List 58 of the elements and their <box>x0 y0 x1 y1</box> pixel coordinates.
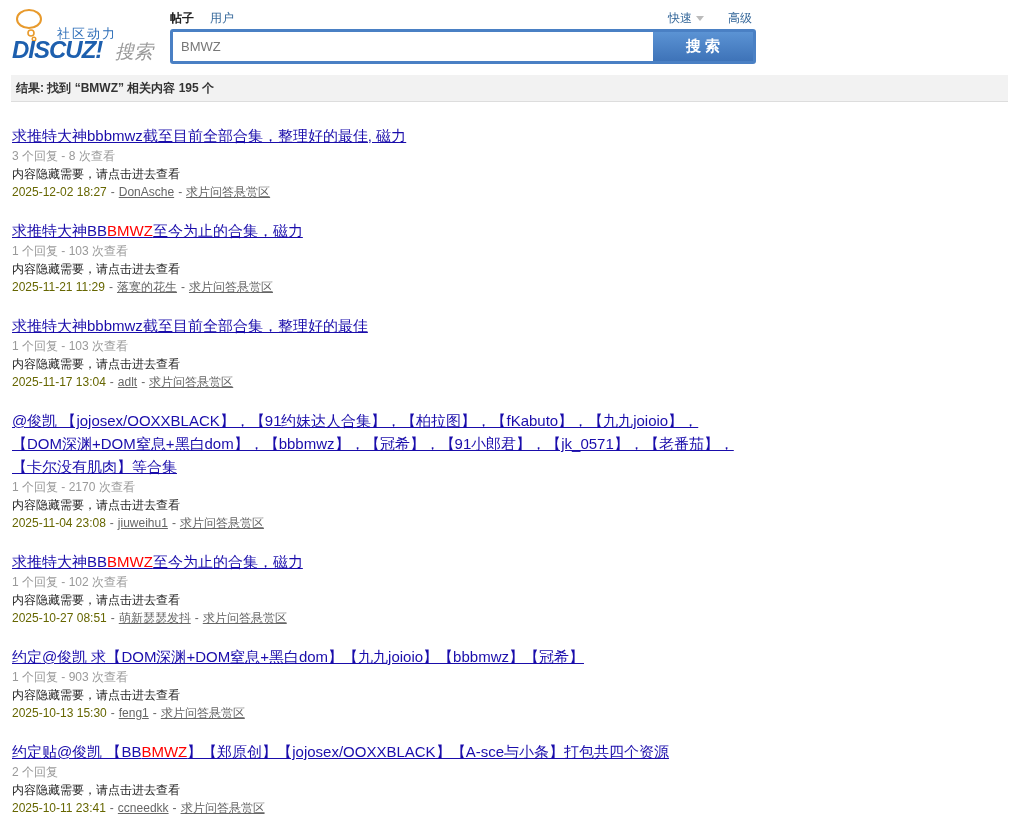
separator-dash: - <box>110 184 115 201</box>
post-date: 2025-10-27 08:51 <box>12 610 107 627</box>
result-excerpt: 内容隐藏需要，请点击进去查看 <box>12 166 181 183</box>
forum-link[interactable]: 求片问答悬赏区 <box>149 373 234 391</box>
result-stats: 1 个回复 - 103 次查看 <box>12 243 130 260</box>
caret-icon <box>696 15 704 21</box>
forum-link[interactable]: 求片问答悬赏区 <box>188 278 273 296</box>
separator-dash: - <box>172 800 177 817</box>
search-field[interactable]: BMWZ <box>173 32 653 61</box>
advanced-search-link[interactable]: 高级 <box>728 9 752 27</box>
author-link[interactable]: 落寞的花生 <box>116 278 177 296</box>
result-excerpt: 内容隐藏需要，请点击进去查看 <box>12 687 181 704</box>
separator-dash: - <box>110 610 115 627</box>
quick-search-link[interactable]: 快速 <box>668 9 704 27</box>
result-excerpt: 内容隐藏需要，请点击进去查看 <box>12 497 181 514</box>
author-link[interactable]: DonAsche <box>118 183 175 201</box>
separator-dash: - <box>109 374 114 391</box>
separator-dash: - <box>108 279 113 296</box>
result-excerpt: 内容隐藏需要，请点击进去查看 <box>12 592 181 609</box>
separator-dash: - <box>110 705 115 722</box>
search-button[interactable]: 搜 索 <box>653 32 753 61</box>
search-tab[interactable]: 用户 <box>210 9 234 27</box>
separator-dash: - <box>141 374 146 391</box>
author-link[interactable]: feng1 <box>118 704 149 722</box>
result-stats: 2 个回复 <box>12 764 59 781</box>
separator-dash: - <box>152 705 157 722</box>
logo-suffix: 搜索 <box>115 40 153 64</box>
post-date: 2025-11-17 13:04 <box>12 374 106 391</box>
separator-dash: - <box>171 515 176 532</box>
author-link[interactable]: 萌新瑟瑟发抖 <box>118 609 191 627</box>
separator-dash: - <box>109 800 114 817</box>
result-stats: 1 个回复 - 103 次查看 <box>12 338 130 355</box>
separator-dash: - <box>180 279 185 296</box>
result-stats: 1 个回复 - 903 次查看 <box>12 669 130 686</box>
separator-dash: - <box>178 184 183 201</box>
forum-link[interactable]: 求片问答悬赏区 <box>202 609 287 627</box>
result-excerpt: 内容隐藏需要，请点击进去查看 <box>12 782 181 799</box>
post-date: 2025-10-11 23:41 <box>12 800 106 817</box>
forum-link[interactable]: 求片问答悬赏区 <box>186 183 271 201</box>
result-stats: 1 个回复 - 102 次查看 <box>12 574 130 591</box>
result-stats: 1 个回复 - 2170 次查看 <box>12 479 136 496</box>
author-link[interactable]: jiuweihu1 <box>117 514 168 532</box>
forum-link[interactable]: 求片问答悬赏区 <box>180 799 265 817</box>
forum-link[interactable]: 求片问答悬赏区 <box>179 514 264 532</box>
author-link[interactable]: adlt <box>117 373 138 391</box>
result-excerpt: 内容隐藏需要，请点击进去查看 <box>12 356 181 373</box>
separator-dash: - <box>194 610 199 627</box>
result-excerpt: 内容隐藏需要，请点击进去查看 <box>12 261 181 278</box>
result-stats: 3 个回复 - 8 次查看 <box>12 148 116 165</box>
result-summary-bar: 结果: 找到 “BMWZ” 相关内容 195 个 <box>11 75 1008 102</box>
post-date: 2025-12-02 18:27 <box>12 184 107 201</box>
separator-dash: - <box>109 515 114 532</box>
search-tab[interactable]: 帖子 <box>170 9 194 27</box>
post-date: 2025-11-04 23:08 <box>12 515 106 532</box>
forum-link[interactable]: 求片问答悬赏区 <box>160 704 245 722</box>
post-date: 2025-10-13 15:30 <box>12 705 107 722</box>
post-date: 2025-11-21 11:29 <box>12 279 105 296</box>
author-link[interactable]: ccneedkk <box>117 799 169 817</box>
